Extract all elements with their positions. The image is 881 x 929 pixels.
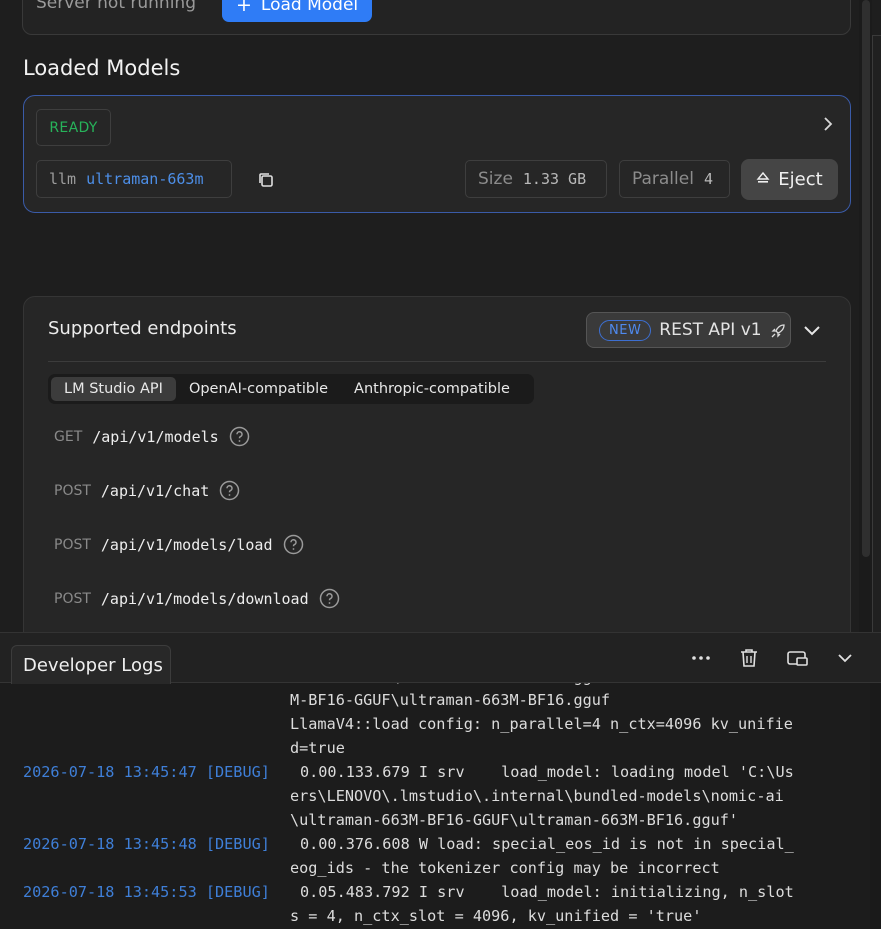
log-line: 0.05.483.792 I srv load_model: initializ… — [300, 883, 794, 901]
parallel-value: 4 — [703, 170, 713, 188]
help-icon[interactable] — [219, 480, 240, 501]
chevron-down-icon[interactable] — [801, 319, 823, 341]
eject-icon — [756, 169, 770, 190]
api-tabs: LM Studio API OpenAI-compatible Anthropi… — [48, 374, 534, 404]
tab-developer-logs[interactable]: Developer Logs — [11, 645, 171, 684]
parallel-pill: Parallel 4 — [619, 160, 730, 198]
size-value: 1.33 GB — [522, 170, 587, 188]
eject-label: Eject — [778, 169, 823, 190]
log-line: s = 4, n_ctx_slot = 4096, kv_unified = '… — [290, 907, 702, 925]
eject-button[interactable]: Eject — [741, 159, 838, 200]
log-timestamp: 2026-07-18 13:45:47 [DEBUG] — [23, 763, 270, 781]
tab-openai-compatible[interactable]: OpenAI-compatible — [176, 377, 341, 401]
log-line: \ultraman-663M-BF16-GGUF\ultraman-663M-B… — [290, 811, 739, 829]
server-status-text: Server not running — [36, 0, 196, 13]
help-icon[interactable] — [319, 588, 340, 609]
parallel-label: Parallel — [632, 169, 694, 189]
log-line: d=true — [290, 739, 345, 757]
model-identifier: llm ultraman-663m — [36, 160, 232, 198]
side-panel-edge — [872, 35, 881, 635]
log-line: ers\LENOVO\.lmstudio\.internal\bundled-m… — [290, 787, 784, 805]
endpoints-title: Supported endpoints — [48, 318, 237, 339]
chevron-down-icon[interactable] — [834, 647, 856, 669]
log-line: LlamaV4::load config: n_parallel=4 n_ctx… — [290, 715, 793, 733]
log-line: 0.00.133.679 I srv load_model: loading m… — [300, 763, 794, 781]
endpoint-method: GET — [54, 428, 83, 445]
copy-icon[interactable] — [256, 170, 276, 190]
developer-logs-panel: Developer Logs M-BF16-GGUF\ultraman-663M… — [0, 632, 881, 929]
load-model-label: Load Model — [260, 0, 359, 15]
rest-api-label: REST API v1 — [659, 320, 762, 340]
divider — [48, 361, 826, 362]
log-line: M-BF16-GGUF\ultraman-663M-BF16.gguf — [290, 691, 611, 709]
size-label: Size — [478, 169, 513, 189]
help-icon[interactable] — [283, 534, 304, 555]
logs-header: Developer Logs — [0, 633, 881, 684]
tab-lm-studio-api[interactable]: LM Studio API — [51, 377, 176, 401]
log-line: eog_ids - the tokenizer config may be in… — [290, 859, 720, 877]
chevron-right-icon[interactable] — [822, 116, 834, 137]
plus-icon: + — [236, 0, 252, 16]
endpoint-method: POST — [54, 482, 91, 499]
log-timestamp: 2026-07-18 13:45:48 [DEBUG] — [23, 835, 270, 853]
size-pill: Size 1.33 GB — [465, 160, 607, 198]
status-badge: READY — [36, 109, 111, 146]
endpoint-row: POST /api/v1/models/download — [54, 588, 340, 609]
endpoint-path: /api/v1/chat — [100, 481, 210, 500]
server-status-card: Server not running + Load Model — [22, 0, 851, 35]
loaded-models-title: Loaded Models — [23, 56, 181, 80]
endpoint-row: POST /api/v1/chat — [54, 480, 240, 501]
endpoints-card: Supported endpoints NEW REST API v1 LM S… — [23, 296, 851, 656]
endpoint-method: POST — [54, 536, 91, 553]
rocket-icon — [770, 322, 787, 339]
logs-scrollbar[interactable] — [870, 683, 881, 929]
endpoint-path: /api/v1/models — [92, 427, 219, 446]
log-timestamp: 2026-07-18 13:45:53 [DEBUG] — [23, 883, 270, 901]
log-output: M-BF16-GGUF\ultraman-663M-BF16.gguf M-BF… — [0, 683, 870, 929]
new-badge: NEW — [599, 319, 652, 341]
help-icon[interactable] — [229, 426, 250, 447]
main-scrollbar-thumb[interactable] — [862, 0, 870, 557]
log-line: 0.00.376.608 W load: special_eos_id is n… — [300, 835, 794, 853]
endpoint-method: POST — [54, 590, 91, 607]
load-model-button[interactable]: + Load Model — [222, 0, 373, 22]
endpoint-path: /api/v1/models/download — [100, 589, 309, 608]
trash-icon[interactable] — [738, 647, 760, 669]
model-name: ultraman-663m — [86, 170, 204, 188]
endpoint-path: /api/v1/models/load — [100, 535, 273, 554]
endpoint-row: POST /api/v1/models/load — [54, 534, 304, 555]
endpoint-row: GET /api/v1/models — [54, 426, 250, 447]
loaded-model-card[interactable]: READY llm ultraman-663m Size 1.33 GB Par… — [23, 95, 851, 213]
model-type-prefix: llm — [49, 170, 77, 188]
window-icon[interactable] — [786, 647, 808, 669]
tab-anthropic-compatible[interactable]: Anthropic-compatible — [341, 377, 523, 401]
more-horizontal-icon[interactable] — [690, 647, 712, 669]
rest-api-button[interactable]: NEW REST API v1 — [586, 312, 791, 348]
